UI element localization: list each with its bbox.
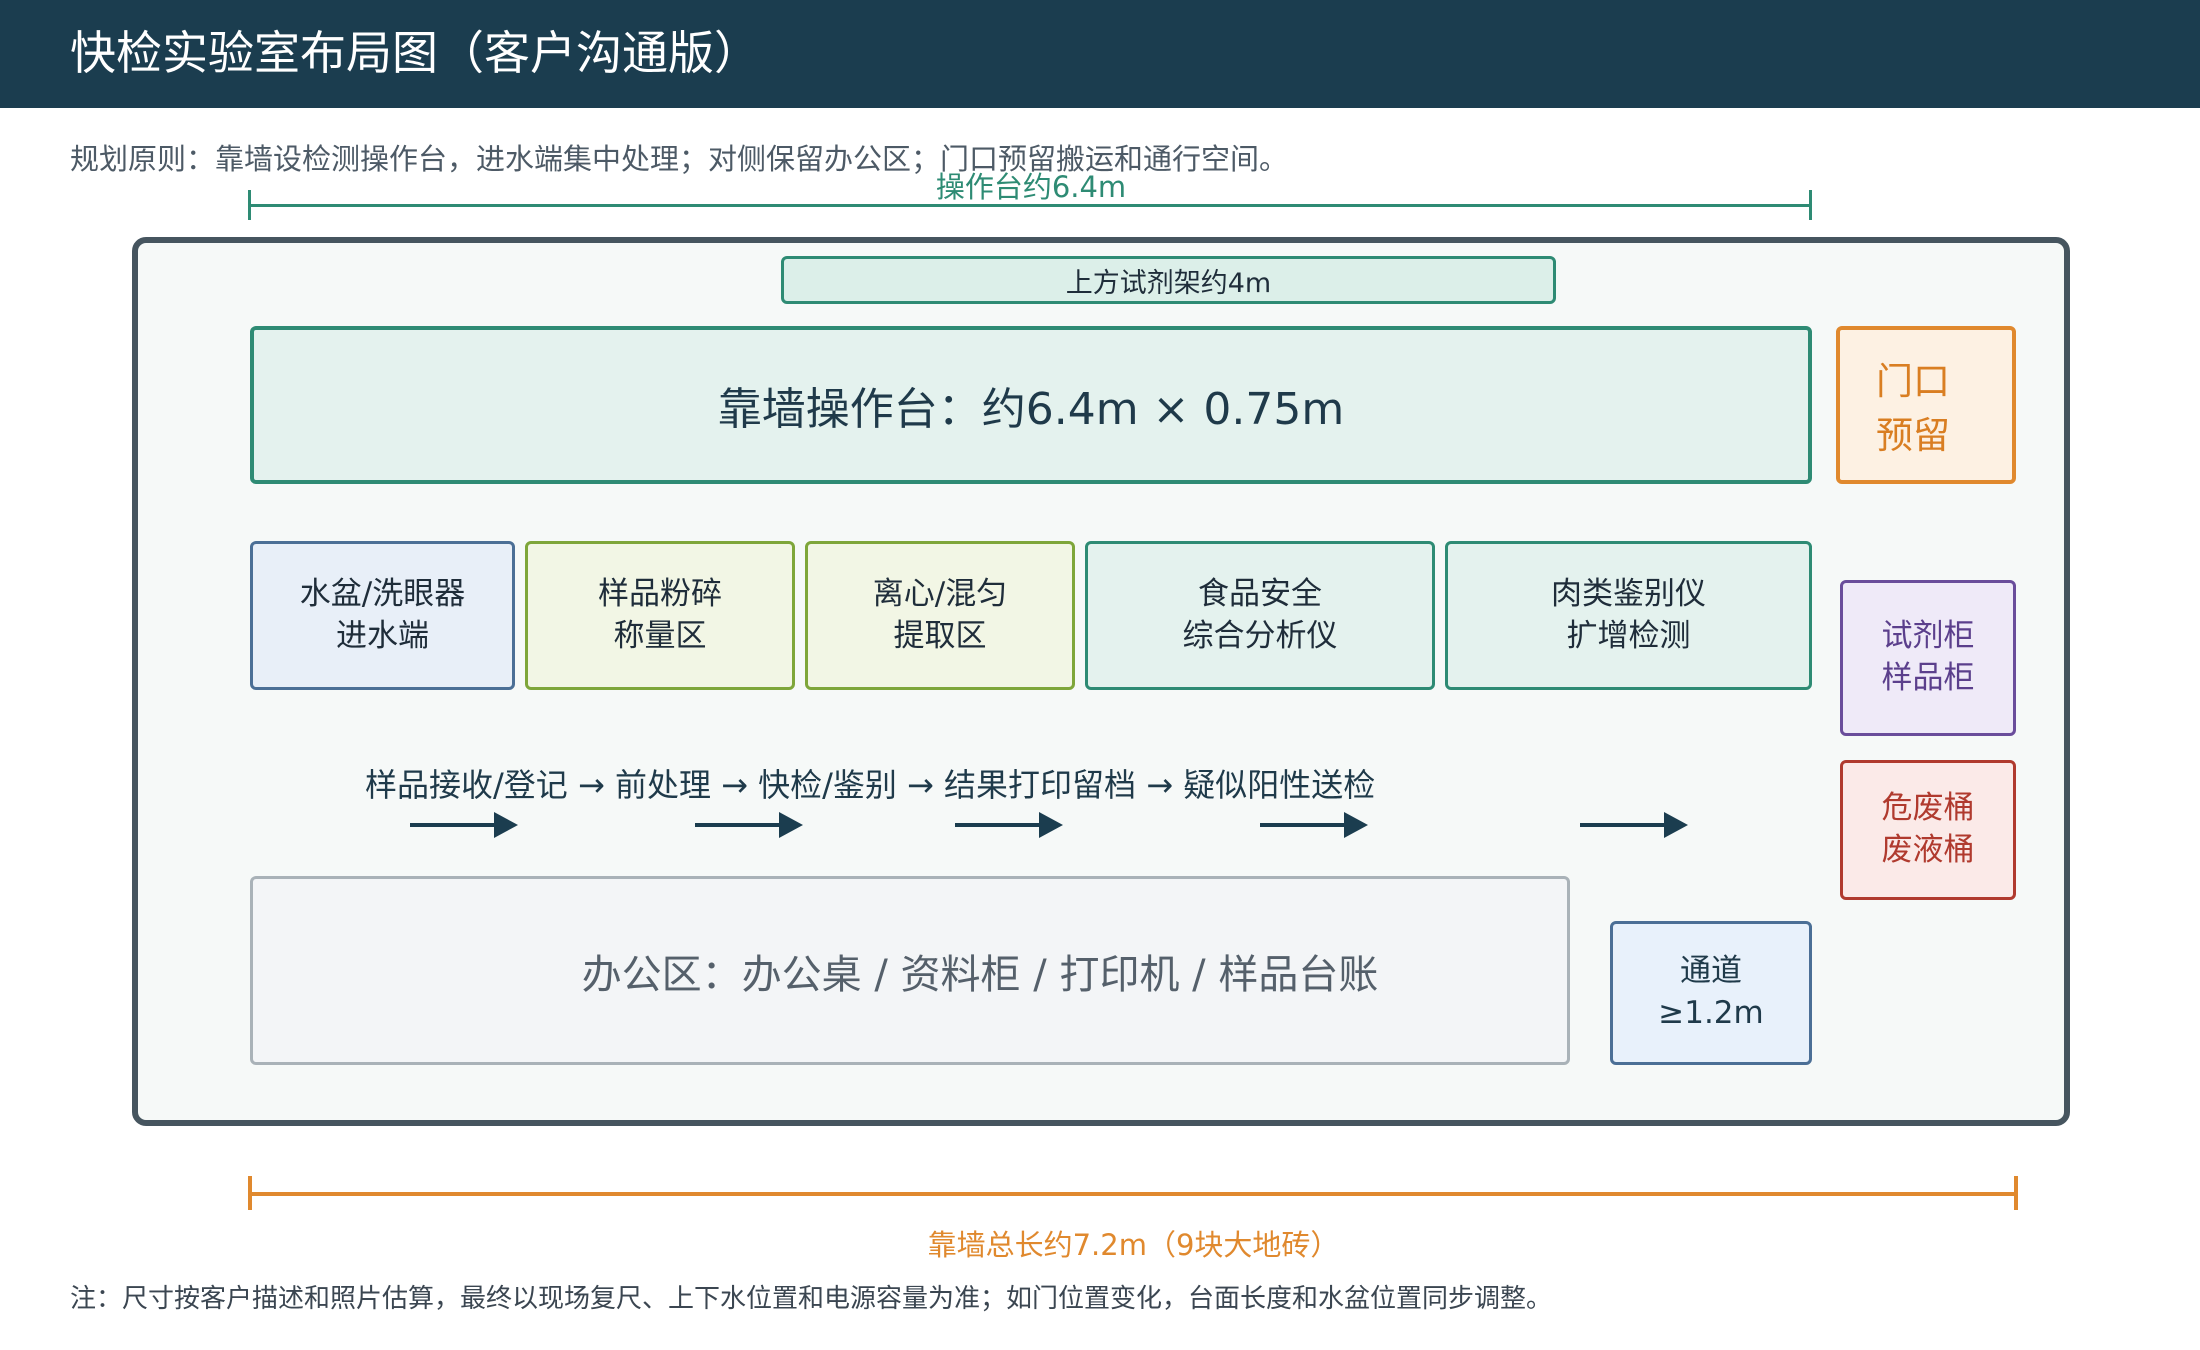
flow-arrow	[1260, 812, 1368, 838]
wall-length-tick-left	[248, 1176, 252, 1210]
flow-arrow-shaft	[1260, 823, 1348, 827]
wall-bench-label: 靠墙操作台：约6.4m × 0.75m	[717, 384, 1345, 435]
wall-length-tick-right	[2014, 1176, 2018, 1210]
wall-length-label: 靠墙总长约7.2m（9块大地砖）	[927, 1228, 1340, 1262]
station-sink-line2: 进水端	[336, 617, 429, 654]
station-sink-line1: 水盆/洗眼器	[299, 575, 466, 612]
flow-arrow-head	[1344, 812, 1368, 838]
flow-arrow	[955, 812, 1063, 838]
reagent-cabinet: 试剂柜 样品柜	[1840, 580, 2016, 736]
station-grinding-line1: 样品粉碎	[598, 575, 722, 612]
footnote: 注：尺寸按客户描述和照片估算，最终以现场复尺、上下水位置和电源容量为准；如门位置…	[70, 1284, 1553, 1314]
waste-bin-line1: 危废桶	[1881, 790, 1975, 827]
door-reserve: 门口 预留	[1836, 326, 2016, 484]
flow-arrow-head	[1664, 812, 1688, 838]
wall-bench: 靠墙操作台：约6.4m × 0.75m	[250, 326, 1812, 484]
office-area-label: 办公区：办公桌 / 资料柜 / 打印机 / 样品台账	[581, 951, 1379, 998]
bench-length-line	[250, 204, 1812, 207]
header-bar: 快检实验室布局图（客户沟通版）	[0, 0, 2200, 108]
door-line1: 门口	[1876, 360, 1950, 403]
flow-arrow	[1580, 812, 1688, 838]
station-food-analyzer: 食品安全 综合分析仪	[1085, 541, 1435, 690]
flow-arrow-head	[779, 812, 803, 838]
waste-bin-line2: 废液桶	[1881, 832, 1975, 868]
flow-arrow-shaft	[955, 823, 1043, 827]
flow-arrow	[695, 812, 803, 838]
station-centrifuge-line2: 提取区	[893, 617, 987, 654]
wall-length-line	[250, 1192, 2017, 1196]
station-centrifuge-line1: 离心/混匀	[872, 575, 1008, 612]
aisle: 通道 ≥1.2m	[1610, 921, 1812, 1065]
flow-arrow-head	[1039, 812, 1063, 838]
office-area: 办公区：办公桌 / 资料柜 / 打印机 / 样品台账	[250, 876, 1570, 1065]
page-title: 快检实验室布局图（客户沟通版）	[70, 26, 760, 80]
station-meat-identifier-line1: 肉类鉴别仪	[1551, 575, 1706, 612]
workflow-steps: 样品接收/登记 → 前处理 → 快检/鉴别 → 结果打印留档 → 疑似阳性送检	[365, 766, 1376, 804]
station-meat-identifier: 肉类鉴别仪 扩增检测	[1445, 541, 1812, 690]
flow-arrow-shaft	[410, 823, 498, 827]
station-food-analyzer-line1: 食品安全	[1198, 575, 1322, 612]
waste-bin: 危废桶 废液桶	[1840, 760, 2016, 900]
aisle-line1: 通道	[1680, 953, 1742, 990]
station-grinding-line2: 称量区	[613, 617, 707, 654]
reagent-rack: 上方试剂架约4m	[781, 256, 1556, 304]
station-food-analyzer-line2: 综合分析仪	[1182, 617, 1338, 654]
aisle-line2: ≥1.2m	[1658, 995, 1764, 1031]
flow-arrow-shaft	[695, 823, 783, 827]
flow-arrow-head	[494, 812, 518, 838]
station-grinding: 样品粉碎 称量区	[525, 541, 795, 690]
bench-length-tick-left	[248, 190, 251, 220]
door-line2: 预留	[1876, 414, 1950, 457]
bench-length-tick-right	[1809, 190, 1812, 220]
flow-arrow	[410, 812, 518, 838]
station-meat-identifier-line2: 扩增检测	[1566, 617, 1691, 654]
station-centrifuge: 离心/混匀 提取区	[805, 541, 1075, 690]
bench-length-label: 操作台约6.4m	[935, 170, 1127, 204]
station-sink: 水盆/洗眼器 进水端	[250, 541, 515, 690]
reagent-rack-label: 上方试剂架约4m	[1065, 267, 1272, 299]
reagent-cabinet-line1: 试剂柜	[1881, 618, 1975, 655]
flow-arrow-shaft	[1580, 823, 1668, 827]
reagent-cabinet-line2: 样品柜	[1881, 660, 1975, 696]
